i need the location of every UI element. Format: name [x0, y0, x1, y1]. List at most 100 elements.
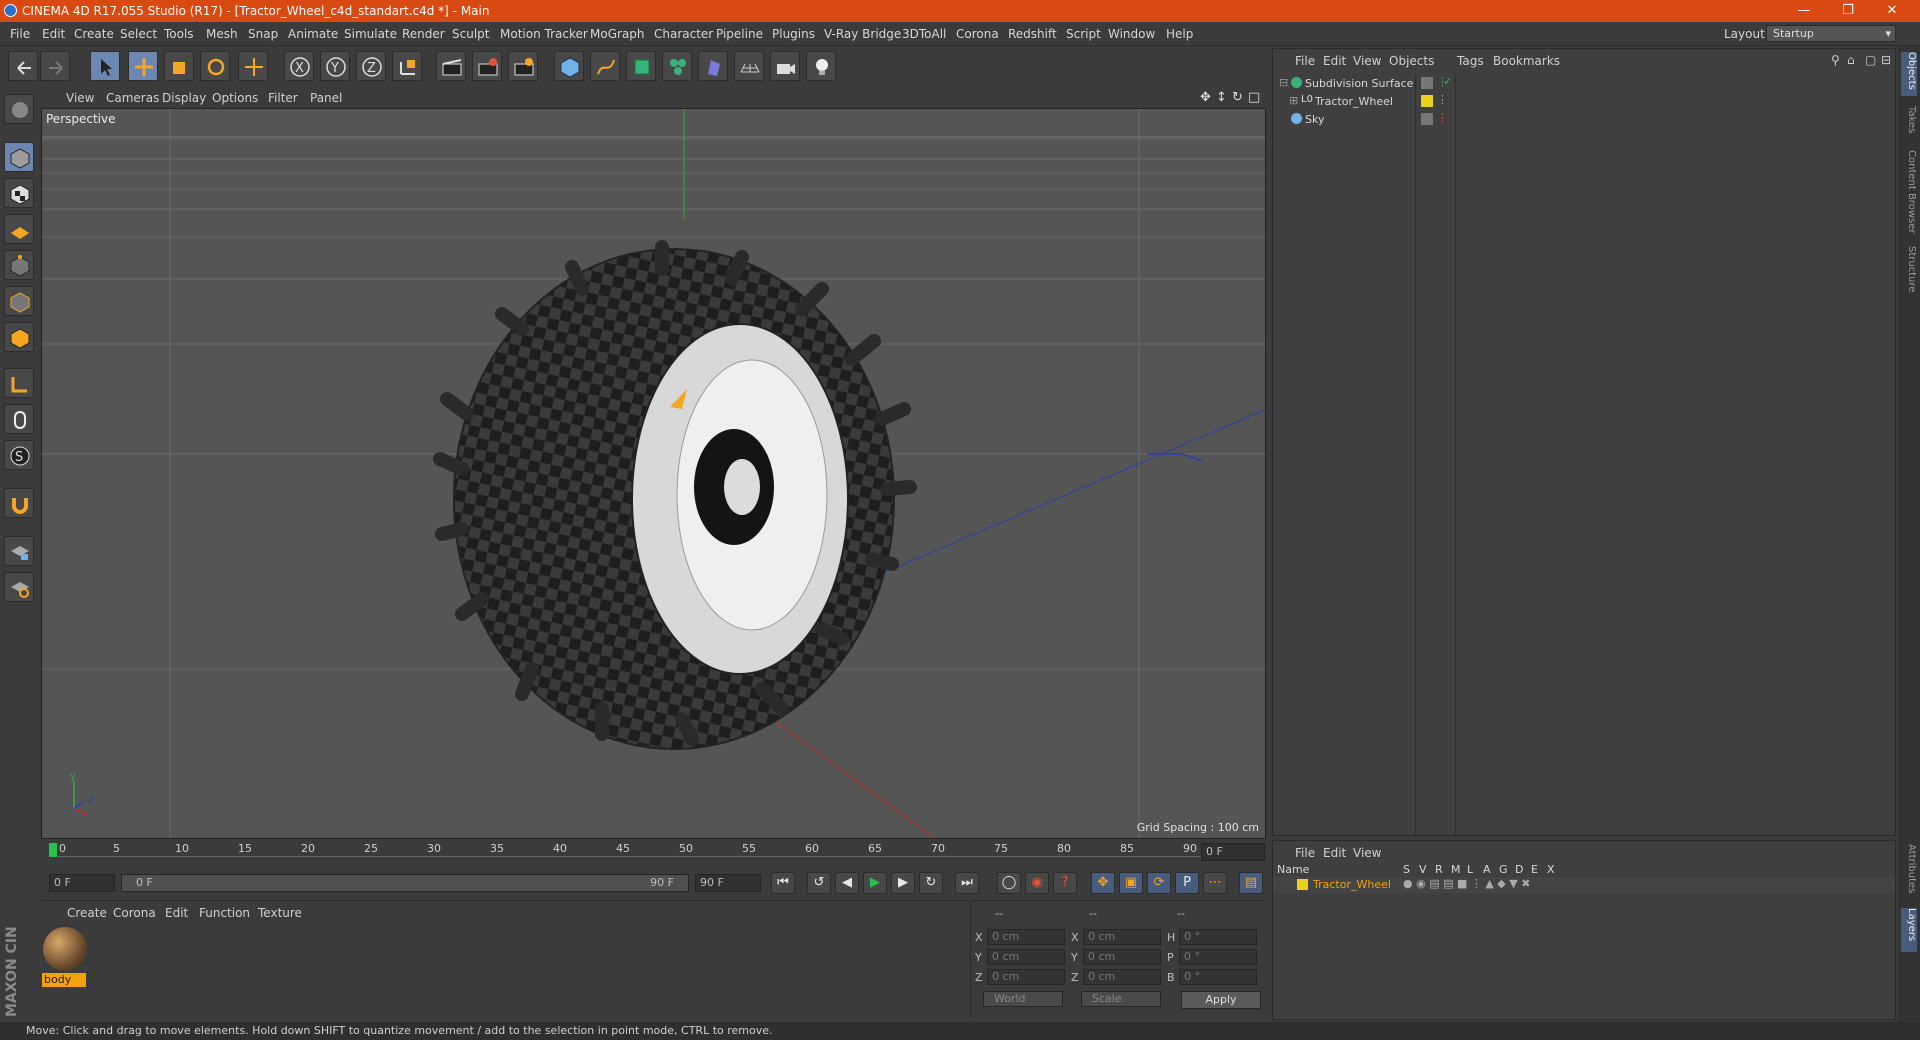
locked-workplane-button[interactable] [4, 536, 34, 566]
texture-mode-button[interactable] [4, 178, 34, 208]
menu-window[interactable]: Window [1108, 27, 1155, 41]
key-parameter-button[interactable]: P [1175, 872, 1199, 894]
expand-icon[interactable]: ⊟ [1881, 53, 1891, 67]
objects-menu-view[interactable]: View [1353, 54, 1381, 68]
keyframe-selection-button[interactable]: ? [1053, 872, 1077, 894]
end-frame-field[interactable]: 90 F [695, 874, 761, 892]
menu-plugins[interactable]: Plugins [772, 27, 815, 41]
menu-animate[interactable]: Animate [288, 27, 338, 41]
render-picture-viewer-button[interactable] [472, 51, 502, 81]
layer-row[interactable]: Tractor_Wheel ● ◉ ▤ ▤ ■ ⋮ ▲ ◆ ▼ ✖ [1273, 877, 1895, 893]
enabled-check-icon[interactable]: ✓ [1443, 75, 1452, 88]
minimize-icon[interactable]: — [1782, 0, 1826, 22]
viewport-menu-display[interactable]: Display [162, 91, 206, 105]
move-tool-button[interactable] [128, 51, 158, 81]
menu-redshift[interactable]: Redshift [1008, 27, 1057, 41]
undo-button[interactable] [8, 51, 38, 81]
viewport-menu-options[interactable]: Options [212, 91, 258, 105]
viewport-menu-filter[interactable]: Filter [268, 91, 298, 105]
select-tool-button[interactable] [90, 51, 120, 81]
auto-keying-button[interactable]: ◉ [1025, 872, 1049, 894]
objects-menu-edit[interactable]: Edit [1323, 54, 1346, 68]
menu-render[interactable]: Render [402, 27, 445, 41]
viewport-menu-cameras[interactable]: Cameras [106, 91, 159, 105]
key-rotation-button[interactable]: ⟳ [1147, 872, 1171, 894]
current-frame-field[interactable]: 0 F [1201, 843, 1265, 861]
play-button[interactable]: ▶ [863, 872, 887, 894]
object-row-subdivision-surface[interactable]: ⊟ Subdivision Surface ⋮ ✓ [1277, 75, 1893, 93]
objects-menu-objects[interactable]: Objects [1389, 54, 1434, 68]
rotation-b-field[interactable]: 0 ° [1179, 969, 1257, 985]
layer-color-icon[interactable] [1297, 879, 1308, 890]
visibility-dots-icon[interactable]: ⋮ [1437, 93, 1448, 106]
key-position-button[interactable]: ✥ [1091, 872, 1115, 894]
size-x-field[interactable]: 0 cm [1083, 929, 1161, 945]
menu-snap[interactable]: Snap [248, 27, 278, 41]
tree-toggle-icon[interactable]: ⊟ [1279, 76, 1288, 89]
x-axis-button[interactable]: X [284, 51, 314, 81]
add-camera-button[interactable] [770, 51, 800, 81]
go-to-end-button[interactable]: ⏭ [955, 872, 979, 894]
viewport-pan-icon[interactable]: ✥ [1200, 90, 1211, 105]
snap-button[interactable]: S [4, 440, 34, 470]
model-mode-button[interactable] [4, 142, 34, 172]
add-cube-button[interactable] [554, 51, 584, 81]
layers-menu-edit[interactable]: Edit [1323, 846, 1346, 860]
frame-range-slider[interactable]: 0 F 90 F [121, 874, 689, 892]
visibility-dots-icon[interactable]: ⋮ [1437, 111, 1448, 124]
menu-tools[interactable]: Tools [164, 27, 194, 41]
points-mode-button[interactable] [4, 250, 34, 280]
z-axis-button[interactable]: Z [356, 51, 386, 81]
planar-workplane-button[interactable] [4, 572, 34, 602]
menu-corona[interactable]: Corona [956, 27, 999, 41]
layer-toggles-icon[interactable]: ● ◉ ▤ ▤ ■ ⋮ ▲ ◆ ▼ ✖ [1403, 877, 1530, 890]
axis-mode-button[interactable] [4, 368, 34, 398]
position-x-field[interactable]: 0 cm [987, 929, 1065, 945]
layers-menu-file[interactable]: File [1295, 846, 1315, 860]
add-mograph-button[interactable] [662, 51, 692, 81]
object-row-sky[interactable]: Sky ⋮ [1277, 111, 1893, 129]
search-icon[interactable]: ⚲ [1831, 53, 1840, 67]
tab-attributes[interactable]: Attributes [1901, 844, 1917, 904]
position-y-field[interactable]: 0 cm [987, 949, 1065, 965]
viewport-menu-view[interactable]: View [66, 91, 94, 105]
rotation-h-field[interactable]: 0 ° [1179, 929, 1257, 945]
y-axis-button[interactable]: Y [320, 51, 350, 81]
start-frame-field[interactable]: 0 F [49, 874, 115, 892]
render-view-button[interactable] [436, 51, 466, 81]
new-window-icon[interactable]: ▢ [1865, 53, 1876, 67]
apply-button[interactable]: Apply [1181, 991, 1261, 1009]
scale-tool-button[interactable] [164, 51, 194, 81]
polygons-mode-button[interactable] [4, 322, 34, 352]
menu-character[interactable]: Character [654, 27, 713, 41]
material-menu-function[interactable]: Function [199, 906, 250, 920]
rotate-tool-button[interactable] [200, 51, 230, 81]
add-deformer-button[interactable] [698, 51, 728, 81]
tab-structure[interactable]: Structure [1901, 246, 1917, 302]
enable-snap-button[interactable] [4, 488, 34, 518]
material-name-label[interactable]: body [42, 973, 86, 987]
size-y-field[interactable]: 0 cm [1083, 949, 1161, 965]
timeline-ruler[interactable]: 0 5 10 15 20 25 30 35 40 45 50 55 60 65 … [41, 840, 1267, 864]
objects-menu-tags[interactable]: Tags [1457, 54, 1484, 68]
menu-vray-bridge[interactable]: V-Ray Bridge [824, 27, 901, 41]
size-z-field[interactable]: 0 cm [1083, 969, 1161, 985]
tab-content-browser[interactable]: Content Browser [1901, 150, 1917, 242]
edges-mode-button[interactable] [4, 286, 34, 316]
layout-dropdown[interactable]: Startup ▾ [1766, 25, 1896, 42]
material-menu-edit[interactable]: Edit [165, 906, 188, 920]
make-editable-button[interactable] [4, 94, 34, 124]
next-key-button[interactable]: ↻ [919, 872, 943, 894]
record-keys-button[interactable]: ◯ [997, 872, 1021, 894]
coordinate-mode-dropdown[interactable]: World [983, 991, 1063, 1007]
layer-name[interactable]: Tractor_Wheel [1313, 878, 1391, 891]
key-scale-button[interactable]: ▣ [1119, 872, 1143, 894]
menu-select[interactable]: Select [120, 27, 157, 41]
previous-key-button[interactable]: ↺ [807, 872, 831, 894]
redo-button[interactable] [40, 51, 70, 81]
workplane-mode-button[interactable] [4, 214, 34, 244]
tree-toggle-icon[interactable]: ⊞ [1289, 94, 1298, 107]
restore-icon[interactable]: ❐ [1826, 0, 1870, 22]
menu-mesh[interactable]: Mesh [206, 27, 238, 41]
menu-3dtoall[interactable]: 3DToAll [902, 27, 946, 41]
